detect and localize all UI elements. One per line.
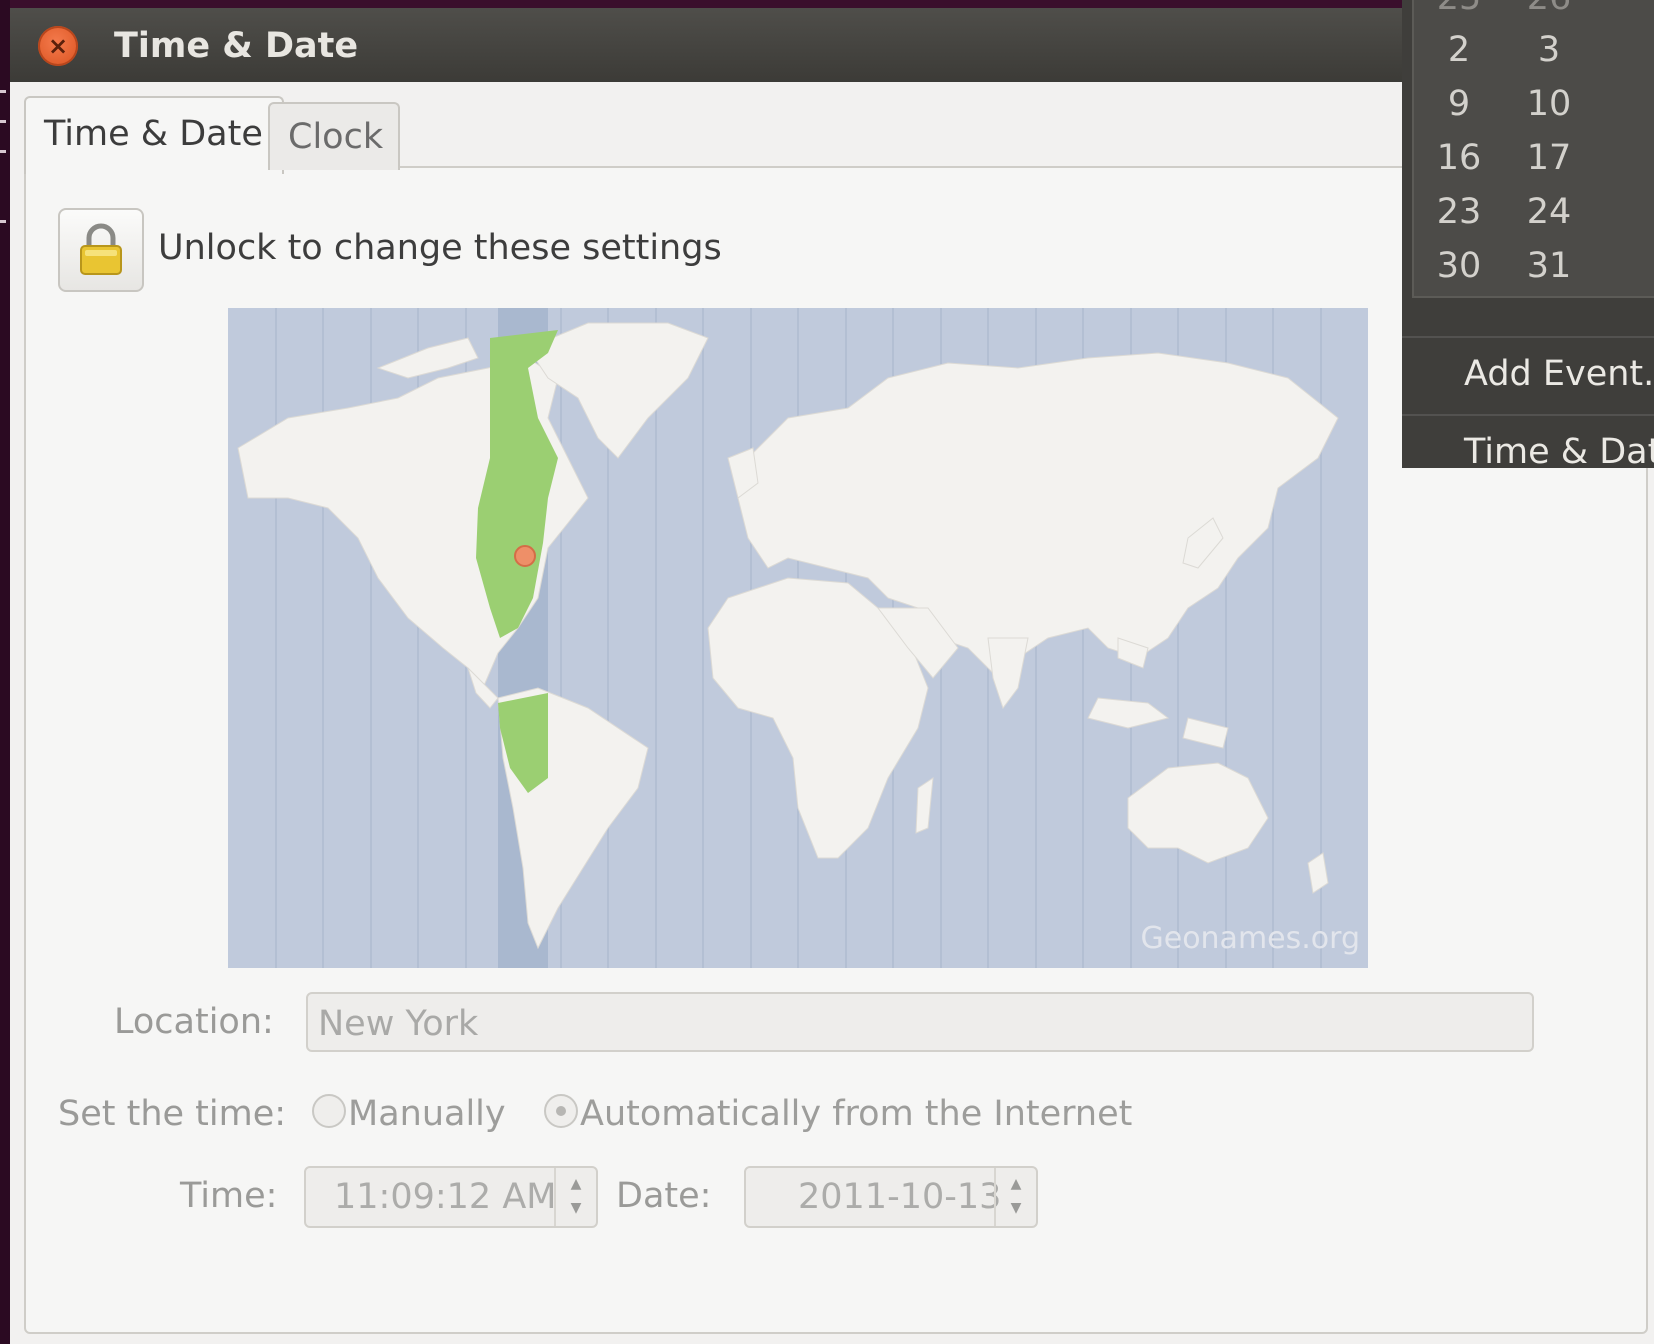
map-attribution: Geonames.org [1140,921,1360,956]
calendar-grid: 25 26 2 3 9 10 16 17 23 24 30 31 [1412,0,1654,298]
calendar-day[interactable]: 30 [1424,246,1494,286]
spin-up-icon[interactable]: ▲ [996,1176,1036,1192]
lock-icon [80,223,122,275]
add-event-menu-item[interactable]: Add Event. [1464,354,1654,394]
radio-selected-dot [556,1106,566,1116]
unlock-button[interactable] [58,208,144,292]
calendar-day[interactable]: 16 [1424,138,1494,178]
window-title: Time & Date [114,26,359,66]
desktop-edge [0,0,10,1344]
menu-separator [1402,336,1654,338]
spin-up-icon[interactable]: ▲ [556,1176,596,1192]
spin-down-icon[interactable]: ▼ [996,1200,1036,1216]
date-label: Date: [616,1176,712,1216]
location-label: Location: [114,1002,274,1042]
spin-down-icon[interactable]: ▼ [556,1200,596,1216]
calendar-day[interactable]: 26 [1514,0,1584,18]
time-spinner[interactable]: 11:09:12 AM ▲ ▼ [304,1166,598,1228]
timezone-map[interactable]: Geonames.org [228,308,1368,968]
menu-separator [1402,414,1654,416]
auto-radio[interactable] [544,1094,578,1128]
auto-radio-label[interactable]: Automatically from the Internet [580,1094,1132,1134]
manual-radio[interactable] [312,1094,346,1128]
location-marker [514,545,536,567]
manual-radio-label[interactable]: Manually [348,1094,506,1134]
location-input[interactable]: New York [306,992,1534,1052]
set-time-label: Set the time: [58,1094,287,1134]
calendar-day[interactable]: 3 [1514,30,1584,70]
close-button[interactable]: × [38,26,78,66]
time-date-settings-menu-item[interactable]: Time & Dat [1464,432,1654,472]
unlock-label: Unlock to change these settings [158,228,722,268]
time-spin-arrows[interactable]: ▲ ▼ [554,1168,596,1226]
calendar-day[interactable]: 2 [1424,30,1494,70]
calendar-day[interactable]: 31 [1514,246,1584,286]
date-spinner[interactable]: 2011-10-13 ▲ ▼ [744,1166,1038,1228]
calendar-day[interactable]: 10 [1514,84,1584,124]
time-label: Time: [180,1176,278,1216]
tab-time-date[interactable]: Time & Date [24,96,284,174]
date-spin-arrows[interactable]: ▲ ▼ [994,1168,1036,1226]
calendar-day[interactable]: 24 [1514,192,1584,232]
close-icon: × [47,32,69,60]
calendar-day[interactable]: 9 [1424,84,1494,124]
time-value: 11:09:12 AM [334,1177,557,1217]
calendar-day[interactable]: 17 [1514,138,1584,178]
calendar-menu: 25 26 2 3 9 10 16 17 23 24 30 31 Add Eve… [1402,0,1654,472]
tab-clock[interactable]: Clock [268,102,400,170]
calendar-day[interactable]: 23 [1424,192,1494,232]
date-value: 2011-10-13 [798,1177,1002,1217]
calendar-day[interactable]: 25 [1424,0,1494,18]
